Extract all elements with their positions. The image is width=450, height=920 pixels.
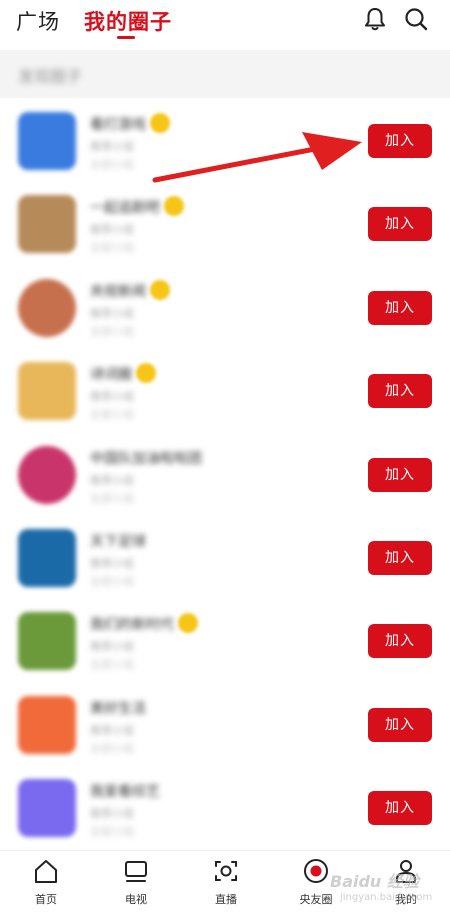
list-item: 诗词圈 推荐小组 全部小组 加入	[0, 348, 450, 431]
circle-name[interactable]: 我们的新时代	[90, 614, 174, 634]
nav-home-label: 首页	[35, 893, 57, 906]
nav-live-label: 直播	[215, 893, 237, 906]
circle-description: 推荐小组	[90, 723, 134, 737]
join-button[interactable]: 加入	[368, 124, 432, 158]
join-button[interactable]: 加入	[368, 791, 432, 826]
join-button[interactable]: 加入	[368, 207, 432, 242]
nav-circle-label: 央友圈	[299, 893, 333, 906]
circle-description: 推荐小组	[90, 306, 134, 320]
section-title: 发现圈子	[18, 67, 83, 86]
watermark-brand: Baidu 经验	[330, 872, 419, 891]
list-item: 我爱看综艺 推荐小组 全部小组 加入	[0, 765, 450, 848]
circle-description: 推荐小组	[90, 807, 134, 821]
circle-description: 推荐小组	[90, 556, 134, 570]
circle-avatar[interactable]	[18, 362, 76, 421]
circle-meta: 全部小组	[90, 324, 134, 338]
tv-icon	[125, 861, 147, 882]
section-header: 发现圈子	[0, 50, 450, 98]
circle-avatar[interactable]	[18, 195, 76, 254]
tab-plaza[interactable]: 广场	[16, 6, 60, 36]
circle-name[interactable]: 央视新闻	[90, 281, 146, 301]
join-button[interactable]: 加入	[368, 540, 432, 575]
circle-meta: 全部小组	[90, 158, 134, 171]
circle-description: 推荐小组	[90, 223, 134, 237]
verified-badge-icon	[150, 279, 170, 300]
verified-badge-icon	[164, 196, 184, 217]
circle-meta: 全部小组	[90, 741, 134, 755]
circle-meta: 全部小组	[90, 491, 134, 505]
list-item: 一起追剧吧 推荐小组 全部小组 加入	[0, 181, 450, 264]
circle-avatar[interactable]	[18, 612, 76, 671]
list-item: 我们的新时代 推荐小组 全部小组 加入	[0, 598, 450, 681]
circle-description: 推荐小组	[90, 140, 134, 153]
circle-name[interactable]: 中国队加油啦啦团	[90, 448, 202, 468]
circle-description: 推荐小组	[90, 640, 134, 654]
circle-list: 看打游戏 推荐小组 全部小组 加入 一起追剧吧 推荐小组 全部小组 加入 央视新…	[0, 98, 450, 849]
circle-name[interactable]: 看打游戏	[90, 114, 146, 134]
circle-avatar[interactable]	[18, 528, 76, 587]
nav-live[interactable]: 直播	[196, 857, 256, 917]
circle-name[interactable]: 美好生活	[90, 698, 146, 718]
circle-meta: 全部小组	[90, 658, 134, 672]
live-camera-icon	[215, 861, 237, 881]
circle-name[interactable]: 我爱看综艺	[90, 781, 160, 801]
verified-badge-icon	[136, 363, 156, 384]
circle-name[interactable]: 天下足球	[90, 531, 146, 551]
annotation-arrow-icon	[152, 132, 362, 183]
circle-record-icon	[304, 859, 328, 883]
circle-name[interactable]: 一起追剧吧	[90, 197, 160, 217]
circle-avatar[interactable]	[18, 445, 76, 504]
top-header: 广场 我的圈子	[0, 0, 450, 50]
app-screen: 广场 我的圈子 发现圈子 看打游戏 推荐小组 全部小组 加入 一起追剧吧 推荐小…	[0, 0, 450, 920]
active-tab-indicator	[117, 36, 135, 39]
join-button[interactable]: 加入	[368, 290, 432, 325]
circle-meta: 全部小组	[90, 241, 134, 255]
circle-avatar[interactable]	[18, 278, 76, 337]
join-button[interactable]: 加入	[368, 457, 432, 492]
list-item: 中国队加油啦啦团 推荐小组 全部小组 加入	[0, 432, 450, 515]
circle-meta: 全部小组	[90, 408, 134, 422]
circle-avatar[interactable]	[18, 695, 76, 754]
search-icon[interactable]	[403, 6, 429, 32]
tab-my-circles[interactable]: 我的圈子	[84, 6, 172, 36]
join-button[interactable]: 加入	[368, 624, 432, 659]
watermark-url: jingyan.baidu.com	[340, 892, 433, 903]
circle-name[interactable]: 诗词圈	[90, 364, 132, 384]
join-button[interactable]: 加入	[368, 374, 432, 409]
circle-description: 推荐小组	[90, 390, 134, 404]
verified-badge-icon	[178, 613, 198, 634]
circle-meta: 全部小组	[90, 825, 134, 839]
bell-icon[interactable]	[362, 6, 388, 32]
nav-home[interactable]: 首页	[16, 857, 76, 917]
home-icon	[35, 860, 57, 883]
nav-tv[interactable]: 电视	[106, 857, 166, 917]
list-item: 央视新闻 推荐小组 全部小组 加入	[0, 265, 450, 348]
circle-avatar[interactable]	[18, 112, 76, 170]
circle-avatar[interactable]	[18, 779, 76, 838]
circle-description: 推荐小组	[90, 473, 134, 487]
list-item: 天下足球 推荐小组 全部小组 加入	[0, 515, 450, 598]
join-button[interactable]: 加入	[368, 707, 432, 742]
list-item: 美好生活 推荐小组 全部小组 加入	[0, 682, 450, 765]
nav-tv-label: 电视	[125, 893, 147, 906]
circle-meta: 全部小组	[90, 574, 134, 588]
